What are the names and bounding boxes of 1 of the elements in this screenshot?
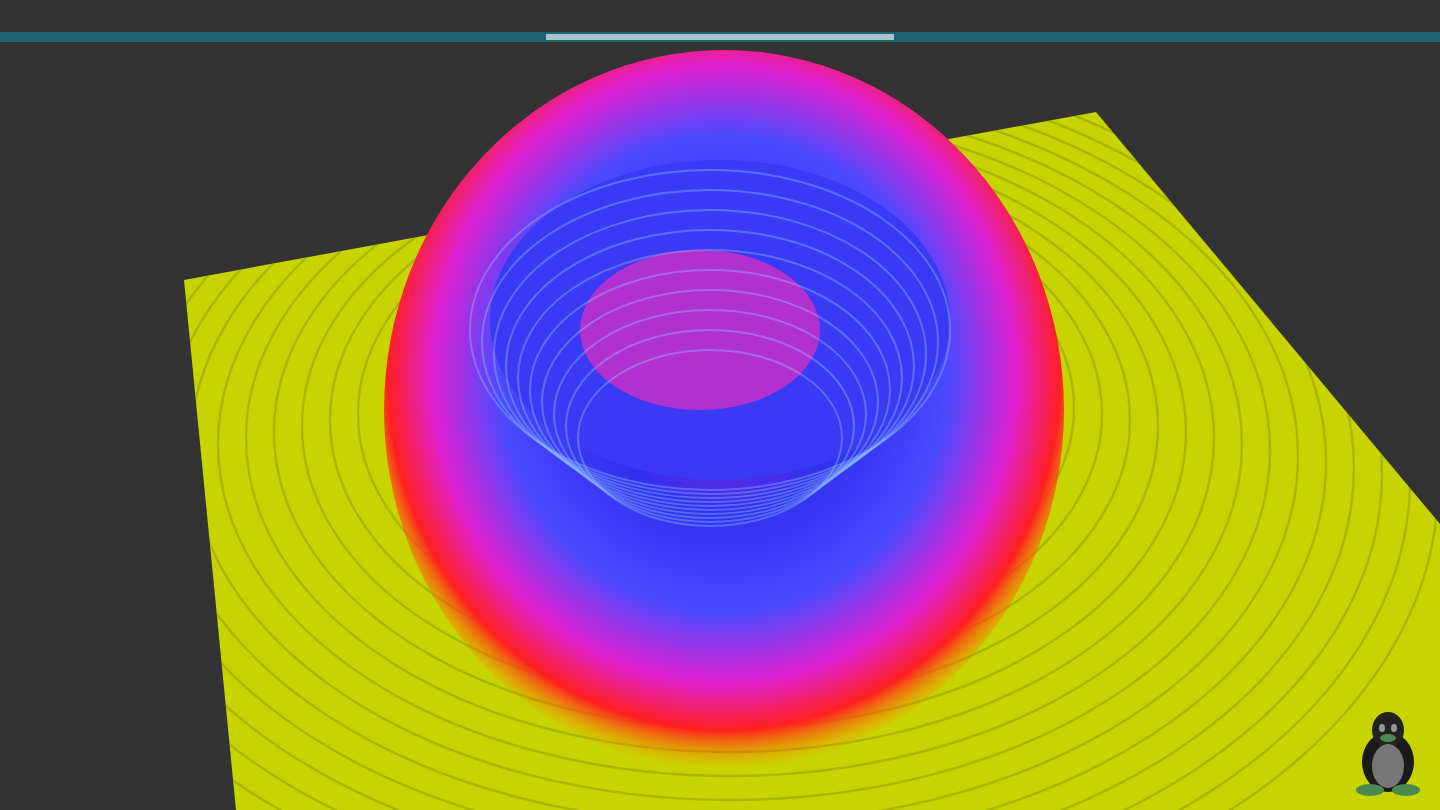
penguin-icon: [1352, 710, 1424, 798]
